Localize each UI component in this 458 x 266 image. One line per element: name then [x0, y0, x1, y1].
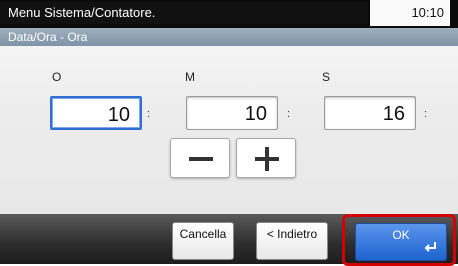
- decrement-button[interactable]: [170, 138, 230, 178]
- increment-button[interactable]: [236, 138, 296, 178]
- cancel-button[interactable]: Cancella: [172, 222, 234, 260]
- second-separator: :: [424, 108, 428, 120]
- time-settings-panel: O M S 10 : 10 : 16 :: [0, 46, 458, 214]
- screen-title: Menu Sistema/Contatore.: [0, 2, 368, 24]
- minus-icon: [189, 157, 213, 161]
- clock-time: 10:10: [370, 0, 450, 26]
- minute-field[interactable]: 10: [186, 96, 278, 130]
- minute-separator: :: [287, 108, 291, 120]
- back-button[interactable]: < Indietro: [256, 222, 328, 260]
- breadcrumb: Data/Ora - Ora: [0, 28, 458, 46]
- hour-label: O: [52, 70, 62, 84]
- title-bar: Menu Sistema/Contatore. 10:10: [0, 0, 458, 30]
- action-bar: Cancella < Indietro OK: [0, 214, 458, 266]
- ok-button[interactable]: OK: [355, 223, 447, 261]
- second-field[interactable]: 16: [324, 96, 416, 130]
- hour-field[interactable]: 10: [50, 96, 142, 130]
- ok-highlight-frame: OK: [342, 214, 456, 266]
- second-label: S: [322, 70, 331, 84]
- back-button-label: < Indietro: [266, 227, 318, 241]
- hour-separator: :: [147, 108, 151, 120]
- minute-label: M: [185, 70, 195, 84]
- cancel-button-label: Cancella: [179, 227, 227, 241]
- enter-icon: [424, 242, 436, 252]
